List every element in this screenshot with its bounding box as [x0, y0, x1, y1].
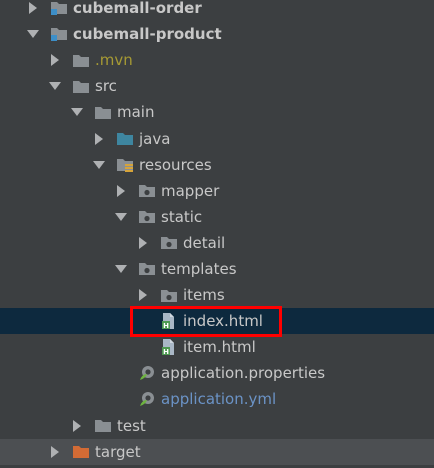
tree-row[interactable]: application.properties: [0, 360, 434, 386]
tree-row[interactable]: test: [0, 413, 434, 439]
project-tree: cubemall-order cubemall-product .mvn src mai…: [0, 0, 434, 465]
chevron-right-icon[interactable]: [136, 236, 150, 250]
tree-row[interactable]: Hindex.html: [0, 308, 434, 335]
package-folder-icon: [160, 235, 178, 251]
tree-item-label: index.html: [183, 312, 263, 331]
tree-item-label: templates: [161, 259, 237, 278]
html-file-icon: H: [160, 313, 178, 330]
chevron-right-icon[interactable]: [114, 184, 128, 198]
module-folder-icon: [50, 26, 68, 42]
chevron-down-icon[interactable]: [114, 210, 128, 224]
chevron-right-icon[interactable]: [48, 445, 62, 459]
tree-item-label: application.properties: [161, 364, 326, 383]
svg-text:H: H: [163, 348, 169, 356]
tree-row[interactable]: main: [0, 99, 434, 125]
tree-item-label: resources: [139, 155, 212, 174]
chevron-down-icon[interactable]: [26, 27, 40, 41]
chevron-down-icon[interactable]: [114, 262, 128, 276]
tree-row[interactable]: application.yml: [0, 386, 434, 412]
source-folder-icon: [116, 131, 134, 147]
tree-item-label: detail: [183, 233, 226, 252]
package-folder-icon: [138, 209, 156, 225]
tree-row[interactable]: cubemall-order: [0, 0, 434, 21]
tree-row[interactable]: Hitem.html: [0, 334, 434, 360]
tree-row[interactable]: resources: [0, 152, 434, 178]
resources-folder-icon: [116, 157, 134, 173]
tree-row[interactable]: src: [0, 73, 434, 99]
tree-item-label: test: [117, 416, 146, 435]
spring-config-icon: [138, 391, 156, 407]
tree-item-label: main: [117, 103, 155, 122]
excluded-folder-icon: [72, 444, 90, 460]
chevron-right-icon[interactable]: [92, 132, 106, 146]
tree-row[interactable]: items: [0, 282, 434, 308]
chevron-down-icon[interactable]: [92, 158, 106, 172]
svg-text:H: H: [163, 322, 169, 330]
tree-row[interactable]: detail: [0, 230, 434, 256]
folder-icon: [72, 52, 90, 68]
tree-item-label: item.html: [183, 338, 256, 357]
tree-item-label: java: [139, 129, 171, 148]
tree-item-label: static: [161, 207, 203, 226]
tree-item-label: src: [95, 77, 117, 96]
tree-row[interactable]: static: [0, 204, 434, 230]
chevron-right-icon[interactable]: [26, 1, 40, 15]
chevron-right-icon[interactable]: [70, 419, 84, 433]
tree-item-label: mapper: [161, 181, 220, 200]
package-folder-icon: [160, 287, 178, 303]
chevron-right-icon[interactable]: [48, 53, 62, 67]
tree-item-label: items: [183, 286, 225, 305]
tree-row[interactable]: mapper: [0, 178, 434, 204]
tree-row[interactable]: cubemall-product: [0, 21, 434, 47]
chevron-down-icon[interactable]: [70, 105, 84, 119]
folder-icon: [94, 104, 112, 120]
tree-item-label: cubemall-order: [73, 0, 202, 18]
tree-row[interactable]: templates: [0, 256, 434, 282]
module-folder-icon: [50, 0, 68, 16]
package-folder-icon: [138, 261, 156, 277]
folder-icon: [94, 418, 112, 434]
tree-row[interactable]: target: [0, 438, 434, 465]
folder-icon: [72, 78, 90, 94]
chevron-right-icon[interactable]: [136, 288, 150, 302]
tree-row[interactable]: java: [0, 125, 434, 151]
spring-config-icon: [138, 365, 156, 381]
tree-item-label: application.yml: [161, 390, 277, 409]
chevron-down-icon[interactable]: [48, 79, 62, 93]
html-file-icon: H: [160, 339, 178, 356]
tree-item-label: cubemall-product: [73, 25, 222, 44]
tree-item-label: .mvn: [95, 51, 133, 70]
tree-item-label: target: [95, 442, 141, 461]
package-folder-icon: [138, 183, 156, 199]
tree-row[interactable]: .mvn: [0, 47, 434, 73]
